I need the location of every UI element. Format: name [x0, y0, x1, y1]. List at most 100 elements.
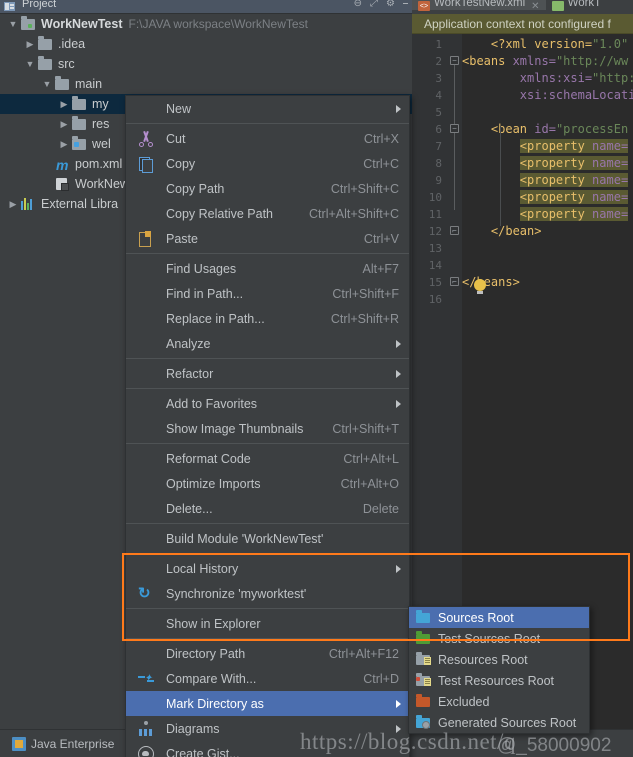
submenu-item-generated-sources-root[interactable]: Generated Sources Root — [409, 712, 589, 733]
submenu-arrow-icon — [396, 699, 401, 708]
menu-item-optimize-imports[interactable]: Optimize Imports Ctrl+Alt+O — [126, 471, 409, 496]
code-token: <bean — [490, 122, 535, 136]
menu-item-cut[interactable]: Cut Ctrl+X — [126, 126, 409, 151]
hide-icon[interactable]: ⎯ — [403, 0, 408, 9]
menu-item-label: Build Module 'WorkNewTest' — [166, 531, 324, 546]
twisty-expanded-icon[interactable]: ▼ — [40, 79, 54, 89]
code-token: <?xml version= — [490, 37, 593, 51]
submenu-item-sources-root[interactable]: Sources Root — [409, 607, 589, 628]
submenu-item-label: Test Sources Root — [438, 631, 541, 646]
twisty-collapsed-icon[interactable]: ▶ — [23, 39, 37, 50]
tree-row[interactable]: ▼ src — [0, 54, 412, 74]
generated-sources-root-icon — [415, 715, 431, 729]
twisty-collapsed-icon[interactable]: ▶ — [57, 119, 71, 130]
menu-item-find-usages[interactable]: Find Usages Alt+F7 — [126, 256, 409, 281]
line-number: 11 — [428, 208, 442, 221]
code-token: name= — [592, 207, 629, 221]
panel-tool-buttons[interactable]: ⊖ ⤢ ⚙ ⎯ — [354, 0, 408, 9]
collapse-all-icon[interactable]: ⊖ — [354, 0, 362, 9]
menu-item-label: Find Usages — [166, 261, 237, 276]
menu-item-label: Paste — [166, 231, 198, 246]
menu-separator — [126, 608, 409, 609]
line-number: 14 — [428, 259, 442, 272]
submenu-item-excluded[interactable]: Excluded — [409, 691, 589, 712]
menu-item-build-module-worknewtest[interactable]: Build Module 'WorkNewTest' — [126, 526, 409, 551]
tree-row-label: my — [92, 97, 109, 111]
status-item-java-enterprise[interactable]: Java Enterprise — [12, 736, 115, 751]
twisty-collapsed-icon[interactable]: ▶ — [57, 99, 71, 110]
submenu-item-test-sources-root[interactable]: Test Sources Root — [409, 628, 589, 649]
menu-item-mark-directory-as[interactable]: Mark Directory as — [126, 691, 409, 716]
tree-row[interactable]: ▶ .idea — [0, 34, 412, 54]
iml-icon — [54, 177, 70, 191]
menu-item-refactor[interactable]: Refactor — [126, 361, 409, 386]
menu-item-find-in-path[interactable]: Find in Path... Ctrl+Shift+F — [126, 281, 409, 306]
intention-bulb-icon[interactable] — [474, 279, 486, 294]
menu-item-shortcut: Ctrl+Alt+L — [343, 451, 399, 466]
editor-tabbar[interactable]: <> WorkTestNew.xml ✕ WorkT — [412, 0, 633, 14]
menu-item-add-to-favorites[interactable]: Add to Favorites — [126, 391, 409, 416]
menu-item-label: Analyze — [166, 336, 211, 351]
java-enterprise-icon — [12, 736, 26, 751]
mark-directory-as-submenu[interactable]: Sources Root Test Sources Root Resources R… — [408, 606, 590, 734]
code-token: id= — [534, 122, 556, 136]
menu-item-delete[interactable]: Delete... Delete — [126, 496, 409, 521]
submenu-arrow-icon — [396, 369, 401, 378]
fold-line — [454, 60, 455, 210]
fold-toggle-icon[interactable]: − — [450, 56, 459, 65]
menu-item-directory-path[interactable]: Directory Path Ctrl+Alt+F12 — [126, 641, 409, 666]
editor-tab[interactable]: <> WorkTestNew.xml ✕ — [412, 0, 546, 12]
menu-item-label: Compare With... — [166, 671, 257, 686]
code-token: <property — [519, 139, 593, 153]
tab-close-icon[interactable]: ✕ — [531, 1, 539, 12]
code-line: <property name= — [462, 206, 633, 223]
code-token: "1.0" — [592, 37, 629, 51]
menu-item-show-image-thumbnails[interactable]: Show Image Thumbnails Ctrl+Shift+T — [126, 416, 409, 441]
submenu-item-test-resources-root[interactable]: Test Resources Root — [409, 670, 589, 691]
tree-row-label: External Libra — [41, 197, 119, 211]
menu-item-create-gist[interactable]: Create Gist... — [126, 741, 409, 757]
twisty-expanded-icon[interactable]: ▼ — [23, 59, 37, 69]
menu-item-compare-with[interactable]: ✦ Compare With... Ctrl+D — [126, 666, 409, 691]
twisty-collapsed-icon[interactable]: ▶ — [6, 199, 20, 210]
menu-item-diagrams[interactable]: Diagrams — [126, 716, 409, 741]
menu-item-copy-relative-path[interactable]: Copy Relative Path Ctrl+Alt+Shift+C — [126, 201, 409, 226]
menu-item-show-in-explorer[interactable]: Show in Explorer — [126, 611, 409, 636]
editor-tab[interactable]: WorkT — [546, 0, 608, 11]
menu-item-paste[interactable]: Paste Ctrl+V — [126, 226, 409, 251]
test-sources-root-icon — [415, 631, 431, 645]
menu-item-replace-in-path[interactable]: Replace in Path... Ctrl+Shift+R — [126, 306, 409, 331]
code-token: "http://ww — [555, 54, 629, 68]
submenu-arrow-icon — [396, 339, 401, 348]
menu-item-copy[interactable]: Copy Ctrl+C — [126, 151, 409, 176]
fold-toggle-icon[interactable]: ⌐ — [450, 277, 459, 286]
tree-row[interactable]: ▼ main — [0, 74, 412, 94]
submenu-item-resources-root[interactable]: Resources Root — [409, 649, 589, 670]
menu-item-shortcut: Ctrl+Alt+F12 — [328, 646, 399, 661]
status-item-label: Java Enterprise — [31, 736, 115, 751]
menu-item-reformat-code[interactable]: Reformat Code Ctrl+Alt+L — [126, 446, 409, 471]
menu-item-new[interactable]: New — [126, 96, 409, 121]
fold-toggle-icon[interactable]: ⌐ — [450, 226, 459, 235]
context-menu[interactable]: New Cut Ctrl+X Copy Ctrl+C Copy Path Ctrl+Shif… — [125, 95, 410, 757]
line-number: 2 — [435, 55, 442, 68]
fold-toggle-icon[interactable]: − — [450, 124, 459, 133]
twisty-collapsed-icon[interactable]: ▶ — [57, 139, 71, 150]
cut-icon — [138, 131, 154, 147]
menu-item-shortcut: Delete — [362, 501, 399, 516]
menu-item-analyze[interactable]: Analyze — [126, 331, 409, 356]
menu-item-copy-path[interactable]: Copy Path Ctrl+Shift+C — [126, 176, 409, 201]
expand-icon[interactable]: ⤢ — [370, 0, 378, 9]
menu-item-shortcut: Ctrl+D — [363, 671, 399, 686]
settings-icon[interactable]: ⚙ — [386, 0, 395, 9]
menu-separator — [126, 358, 409, 359]
menu-item-label: Refactor — [166, 366, 214, 381]
menu-item-synchronize-myworktest[interactable]: ↻ Synchronize 'myworktest' — [126, 581, 409, 606]
tree-row[interactable]: ▼ WorkNewTest F:\JAVA workspace\WorkNewTes… — [0, 14, 412, 34]
code-line: <bean id="processEn — [462, 121, 633, 138]
menu-item-local-history[interactable]: Local History — [126, 556, 409, 581]
tree-row-label: main — [75, 77, 103, 91]
twisty-expanded-icon[interactable]: ▼ — [6, 19, 20, 29]
menu-separator — [126, 388, 409, 389]
